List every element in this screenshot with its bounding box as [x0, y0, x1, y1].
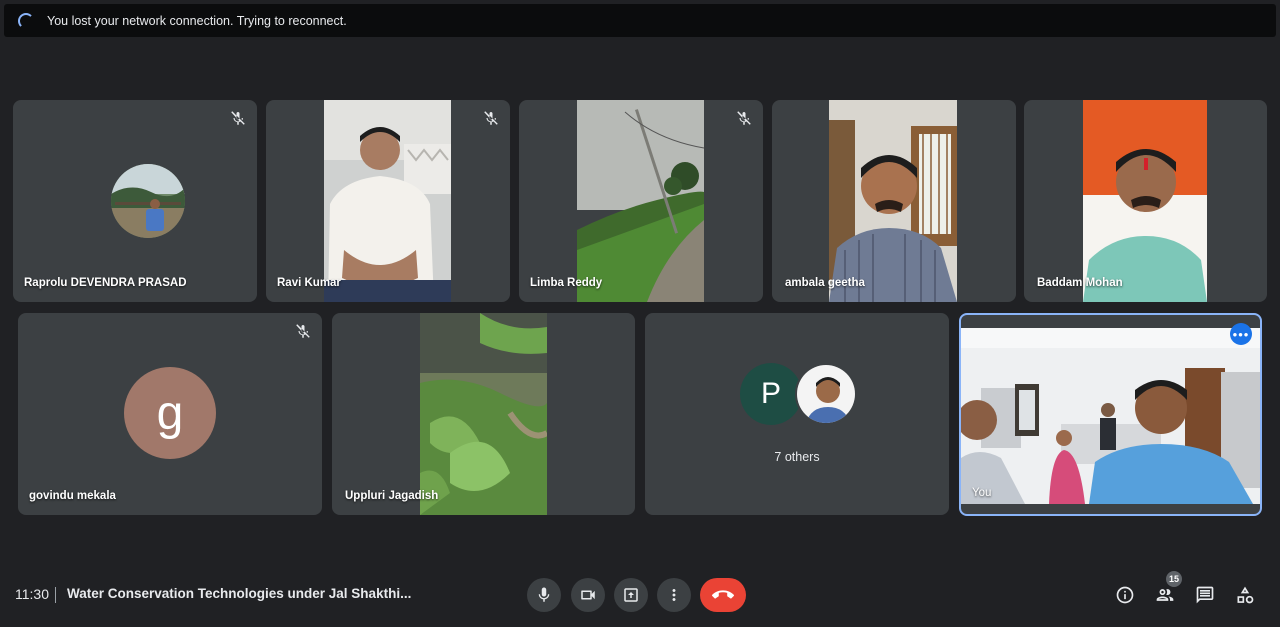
- participant-name: Ravi Kumar: [277, 277, 341, 289]
- more-options-button[interactable]: [657, 578, 691, 612]
- bottom-bar: 11:30 Water Conservation Technologies un…: [0, 560, 1280, 627]
- others-label: 7 others: [774, 450, 820, 464]
- info-icon: [1116, 586, 1134, 604]
- meeting-title: Water Conservation Technologies under Ja…: [67, 586, 412, 601]
- participant-tile-raprolu[interactable]: Raprolu DEVENDRA PRASAD: [13, 100, 257, 302]
- mic-off-icon: [484, 111, 498, 125]
- microphone-icon: [538, 587, 550, 602]
- end-call-button[interactable]: [700, 578, 746, 612]
- participant-name: Limba Reddy: [530, 277, 603, 289]
- chat-icon: [1196, 586, 1214, 604]
- more-options-button[interactable]: •••: [1230, 323, 1252, 345]
- participant-video: [577, 100, 705, 302]
- clock: 11:30: [15, 586, 49, 602]
- participant-tile-baddam[interactable]: Baddam Mohan: [1024, 100, 1267, 302]
- mic-button[interactable]: [527, 578, 561, 612]
- self-video: [961, 328, 1260, 504]
- loading-spinner-icon: [18, 12, 34, 29]
- participant-tile-ravi[interactable]: Ravi Kumar: [266, 100, 510, 302]
- participant-name: Baddam Mohan: [1037, 277, 1123, 289]
- people-count-badge: 15: [1166, 571, 1182, 587]
- participant-video: [1083, 100, 1207, 302]
- more-horizontal-icon: •••: [1232, 326, 1250, 342]
- present-button[interactable]: [614, 578, 648, 612]
- participant-tile-self[interactable]: ••• You: [959, 313, 1262, 516]
- participant-name: ambala geetha: [785, 277, 865, 289]
- participant-name: Raprolu DEVENDRA PRASAD: [24, 277, 187, 289]
- letter-avatar: g: [124, 367, 216, 459]
- present-screen-icon: [624, 588, 638, 602]
- participant-name: Uppluri Jagadish: [345, 490, 439, 502]
- network-banner: You lost your network connection. Trying…: [4, 4, 1276, 37]
- end-call-icon: [712, 590, 734, 599]
- camera-button[interactable]: [571, 578, 605, 612]
- activities-button[interactable]: [1234, 584, 1256, 606]
- people-icon: [1156, 589, 1174, 601]
- mic-off-icon: [296, 324, 310, 338]
- people-button[interactable]: [1154, 584, 1176, 606]
- divider: [55, 587, 56, 603]
- video-camera-icon: [581, 590, 595, 600]
- participant-tile-ambala[interactable]: ambala geetha: [772, 100, 1016, 302]
- banner-message: You lost your network connection. Trying…: [47, 13, 347, 28]
- participant-tile-govindu[interactable]: g govindu mekala: [18, 313, 322, 515]
- more-vertical-icon: [672, 589, 676, 601]
- participant-video: [420, 313, 549, 515]
- self-label: You: [972, 487, 992, 499]
- meeting-details-button[interactable]: [1114, 584, 1136, 606]
- avatar: [111, 164, 185, 238]
- participant-video: [324, 100, 451, 302]
- mic-off-icon: [231, 111, 245, 125]
- participant-tile-limba[interactable]: Limba Reddy: [519, 100, 763, 302]
- participant-tile-uppluri[interactable]: Uppluri Jagadish: [332, 313, 635, 515]
- participant-video: [829, 100, 957, 302]
- activities-icon: [1237, 586, 1254, 604]
- letter-avatar: P: [740, 363, 802, 425]
- participant-tile-others[interactable]: P 7 others: [645, 313, 949, 515]
- participant-name: govindu mekala: [29, 490, 116, 502]
- mic-off-icon: [737, 111, 751, 125]
- avatar: [795, 363, 857, 425]
- chat-button[interactable]: [1194, 584, 1216, 606]
